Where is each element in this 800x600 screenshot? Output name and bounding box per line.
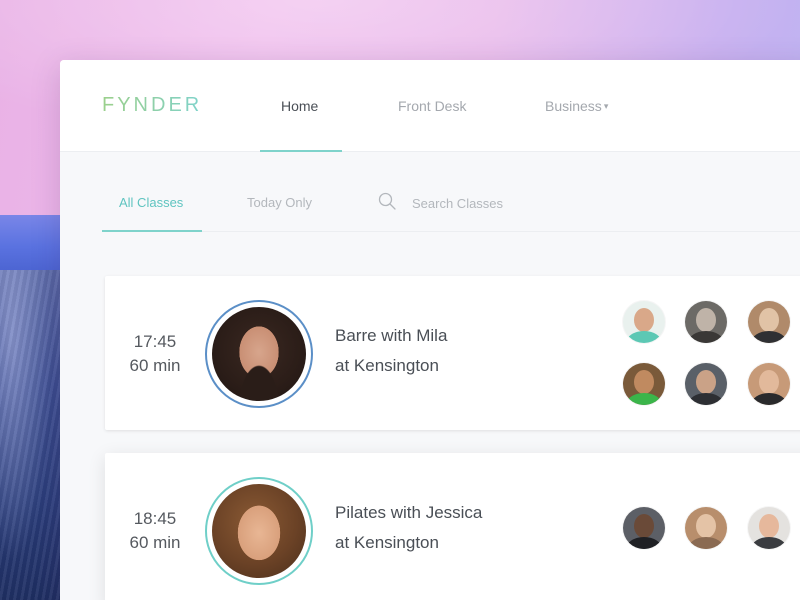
chevron-down-icon: ▾ [603, 101, 609, 111]
instructor-photo [212, 307, 306, 401]
filter-tab-label: Today Only [247, 195, 313, 210]
class-time: 18:45 60 min [105, 507, 205, 555]
instructor-avatar[interactable] [205, 300, 313, 408]
class-info: Pilates with Jessica at Kensington [335, 498, 482, 558]
attendee-avatar[interactable] [623, 363, 665, 405]
class-duration: 60 min [129, 356, 181, 375]
nav-item-label: Business [545, 98, 602, 114]
search-icon[interactable] [378, 192, 396, 210]
attendee-avatar[interactable] [685, 507, 727, 549]
filter-bar: All Classes Today Only [102, 152, 800, 232]
class-location: at Kensington [335, 356, 439, 375]
instructor-photo [212, 484, 306, 578]
class-card[interactable]: 18:45 60 min Pilates with Jessica at Ken… [105, 453, 800, 600]
search-classes-input[interactable] [412, 192, 612, 214]
nav-item-home[interactable]: Home [281, 98, 318, 114]
class-info: Barre with Mila at Kensington [335, 321, 447, 381]
wallpaper-mountain [0, 270, 60, 600]
filter-tab-today-only[interactable]: Today Only [247, 195, 312, 210]
class-name: Barre with Mila [335, 326, 448, 345]
filter-active-indicator [102, 230, 202, 232]
class-card[interactable]: 17:45 60 min Barre with Mila at Kensingt… [105, 276, 800, 430]
app-window: FYNDER Home Front Desk Business ▾ All Cla… [60, 60, 800, 600]
top-navigation-bar: FYNDER Home Front Desk Business ▾ [60, 60, 800, 152]
attendee-avatar[interactable] [748, 301, 790, 343]
nav-item-label: Front Desk [398, 98, 467, 114]
class-duration: 60 min [129, 533, 181, 552]
class-name: Pilates with Jessica [335, 503, 483, 522]
attendee-avatar[interactable] [685, 363, 727, 405]
class-time: 17:45 60 min [105, 330, 205, 378]
nav-item-front-desk[interactable]: Front Desk [398, 98, 466, 114]
nav-item-label: Home [281, 98, 319, 114]
app-logo[interactable]: FYNDER [102, 94, 202, 117]
class-location: at Kensington [335, 533, 439, 552]
filter-tab-all-classes[interactable]: All Classes [119, 195, 183, 210]
attendee-avatar[interactable] [748, 363, 790, 405]
nav-item-business[interactable]: Business ▾ [545, 98, 608, 114]
instructor-avatar[interactable] [205, 477, 313, 585]
attendee-avatar[interactable] [685, 301, 727, 343]
attendee-avatar[interactable] [623, 301, 665, 343]
attendee-avatar[interactable] [623, 507, 665, 549]
filter-tab-label: All Classes [119, 195, 184, 210]
attendee-avatar[interactable] [748, 507, 790, 549]
class-start-time: 18:45 [133, 509, 177, 528]
class-start-time: 17:45 [133, 332, 177, 351]
